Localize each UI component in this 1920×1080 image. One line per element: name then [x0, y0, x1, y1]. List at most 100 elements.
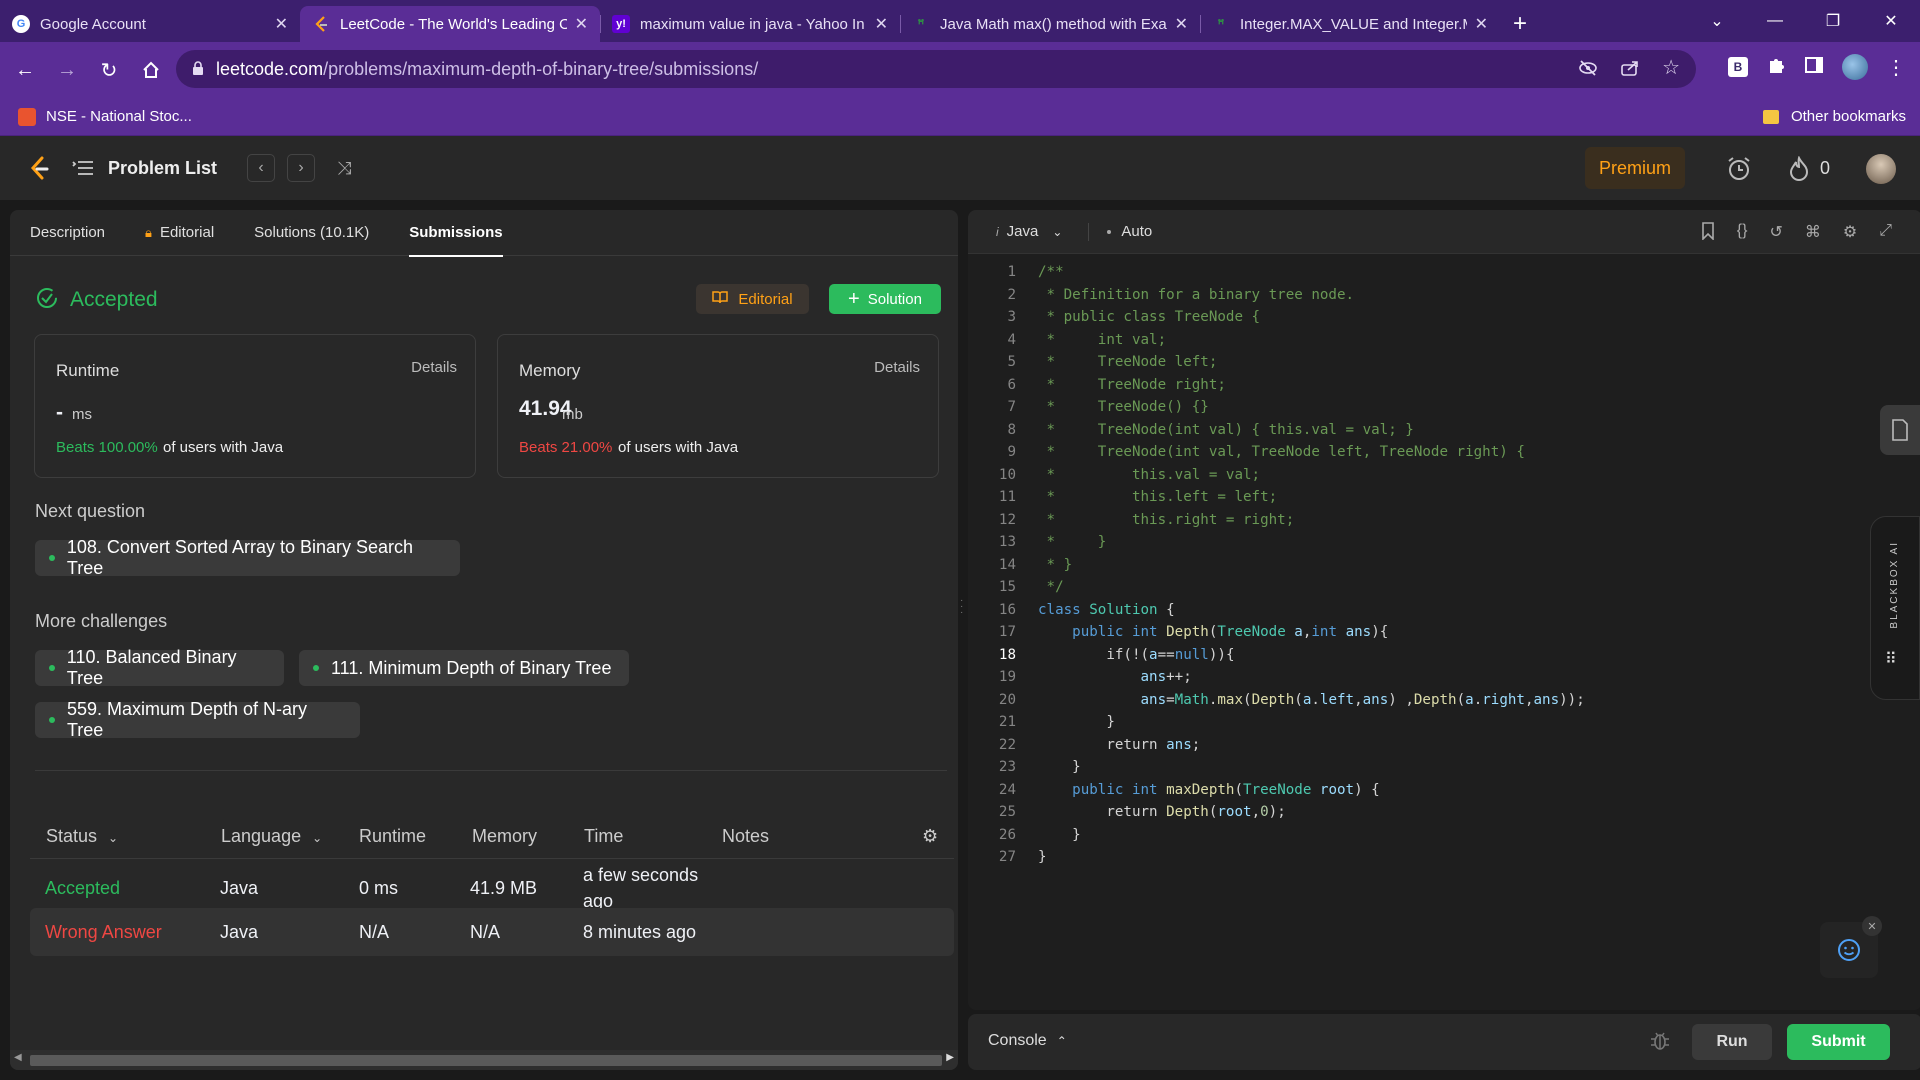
panel-resize-handle[interactable]: · · ·	[960, 596, 966, 618]
close-tab-icon[interactable]: ✕	[575, 14, 588, 34]
code-line[interactable]: if(!(a==null)){	[1038, 647, 1234, 663]
code-line[interactable]: }	[1038, 849, 1047, 865]
share-icon[interactable]	[1620, 59, 1640, 82]
table-row[interactable]: Accepted Java 0 ms 41.9 MB a few seconds…	[30, 862, 954, 914]
user-avatar[interactable]	[1866, 154, 1896, 184]
run-button[interactable]: Run	[1692, 1024, 1772, 1060]
challenge-chip[interactable]: 559. Maximum Depth of N-ary Tree	[35, 699, 360, 740]
settings-icon[interactable]: ⚙	[1843, 222, 1857, 245]
problem-list-icon[interactable]	[72, 159, 94, 177]
other-bookmarks[interactable]: Other bookmarks	[1762, 108, 1906, 125]
code-line[interactable]: * }	[1038, 557, 1073, 573]
close-tab-icon[interactable]: ✕	[1175, 14, 1188, 34]
chat-close-icon[interactable]: ✕	[1862, 916, 1882, 936]
challenge-chip[interactable]: 110. Balanced Binary Tree	[35, 647, 284, 688]
alarm-clock-icon[interactable]	[1726, 156, 1752, 187]
home-icon[interactable]	[134, 53, 168, 87]
submit-button[interactable]: Submit	[1787, 1024, 1890, 1060]
language-selector[interactable]: i Java ⌄	[996, 223, 1062, 240]
code-line[interactable]: * TreeNode(int val) { this.val = val; }	[1038, 422, 1414, 438]
browser-tab-leetcode[interactable]: LeetCode - The World's Leading O ✕	[300, 6, 600, 42]
tab-solutions[interactable]: Solutions (10.1K)	[254, 224, 369, 241]
streak-fire-icon[interactable]	[1788, 155, 1810, 187]
close-tab-icon[interactable]: ✕	[1475, 14, 1488, 34]
code-line[interactable]: * this.left = left;	[1038, 489, 1278, 505]
reset-icon[interactable]: ↺	[1769, 222, 1782, 245]
submission-status-cell[interactable]: Wrong Answer	[45, 922, 162, 943]
extension-b-icon[interactable]: B	[1728, 57, 1748, 77]
browser-tab-yahoo[interactable]: y! maximum value in java - Yahoo In ✕	[600, 6, 900, 42]
prev-problem-button[interactable]: ‹	[247, 154, 276, 182]
code-line[interactable]: * TreeNode left;	[1038, 354, 1218, 370]
console-toggle[interactable]: Console ⌃	[988, 1032, 1067, 1050]
premium-button[interactable]: Premium	[1585, 147, 1685, 189]
menu-kebab-icon[interactable]: ⋮	[1886, 55, 1906, 80]
side-panel-icon[interactable]	[1804, 55, 1824, 80]
back-icon[interactable]: ←	[8, 53, 42, 87]
code-line[interactable]: class Solution {	[1038, 602, 1175, 618]
next-question-chip[interactable]: 108. Convert Sorted Array to Binary Sear…	[35, 537, 460, 578]
url-bar[interactable]: leetcode.com/problems/maximum-depth-of-b…	[176, 50, 1696, 88]
code-line[interactable]: * this.right = right;	[1038, 512, 1295, 528]
status-column-header[interactable]: Status ⌄	[46, 826, 118, 847]
nse-bookmark[interactable]: NSE - National Stoc...	[18, 107, 192, 126]
close-tab-icon[interactable]: ✕	[275, 14, 288, 34]
runtime-details-link[interactable]: Details	[411, 359, 457, 376]
forward-icon[interactable]: →	[50, 53, 84, 87]
code-line[interactable]: /**	[1038, 264, 1064, 280]
bookmark-icon[interactable]	[1701, 222, 1715, 245]
code-line[interactable]: }	[1038, 827, 1081, 843]
tab-description[interactable]: Description	[30, 224, 105, 241]
blackbox-ai-panel[interactable]: BLACKBOX AI ⠿	[1870, 516, 1920, 700]
eye-off-icon[interactable]	[1578, 59, 1598, 82]
code-line[interactable]: ans=Math.max(Depth(a.left,ans) ,Depth(a.…	[1038, 692, 1585, 708]
minimize-icon[interactable]: —	[1746, 0, 1804, 42]
notes-side-tab[interactable]	[1880, 405, 1920, 455]
reload-icon[interactable]: ↻	[92, 53, 126, 87]
post-solution-button[interactable]: + Solution	[829, 284, 941, 314]
code-line[interactable]: * }	[1038, 534, 1107, 550]
leetcode-logo-icon[interactable]	[28, 155, 50, 181]
scrollbar-thumb[interactable]	[30, 1055, 942, 1066]
puzzle-icon[interactable]	[1766, 55, 1786, 80]
code-line[interactable]: return Depth(root,0);	[1038, 804, 1285, 820]
table-row[interactable]: Wrong Answer Java N/A N/A 8 minutes ago	[30, 908, 954, 956]
code-line[interactable]: public int Depth(TreeNode a,int ans){	[1038, 624, 1388, 640]
code-line[interactable]: }	[1038, 759, 1081, 775]
code-line[interactable]: * public class TreeNode {	[1038, 309, 1261, 325]
editorial-button[interactable]: Editorial	[696, 284, 809, 314]
language-column-header[interactable]: Language ⌄	[221, 826, 322, 847]
command-icon[interactable]: ⌘	[1805, 222, 1821, 245]
code-line[interactable]: * TreeNode right;	[1038, 377, 1226, 393]
tab-submissions[interactable]: Submissions	[409, 210, 503, 257]
browser-tab-integer-max[interactable]: ꟸ Integer.MAX_VALUE and Integer.M ✕	[1200, 6, 1500, 42]
settings-gear-icon[interactable]: ⚙	[922, 826, 938, 847]
memory-details-link[interactable]: Details	[874, 359, 920, 376]
browser-tab-java-math-max[interactable]: ꟸ Java Math max() method with Exa ✕	[900, 6, 1200, 42]
horizontal-scrollbar[interactable]: ◀ ▶	[10, 1050, 958, 1070]
problem-list-link[interactable]: Problem List	[108, 158, 217, 179]
code-line[interactable]: * TreeNode() {}	[1038, 399, 1209, 415]
submission-status-cell[interactable]: Accepted	[45, 878, 120, 899]
code-line[interactable]: * TreeNode(int val, TreeNode left, TreeN…	[1038, 444, 1525, 460]
tab-editorial[interactable]: 🔒︎ Editorial	[145, 224, 214, 241]
expand-icon[interactable]: ⤢	[1879, 222, 1892, 245]
browser-tab-google-account[interactable]: G Google Account ✕	[0, 6, 300, 42]
tab-search-icon[interactable]: ⌄	[1688, 0, 1746, 42]
code-line[interactable]: * Definition for a binary tree node.	[1038, 287, 1355, 303]
scroll-left-icon[interactable]: ◀	[14, 1052, 22, 1063]
debug-bug-icon[interactable]	[1650, 1030, 1670, 1057]
format-braces-icon[interactable]: {}	[1737, 222, 1748, 245]
scroll-right-icon[interactable]: ▶	[946, 1052, 954, 1063]
challenge-chip[interactable]: 111. Minimum Depth of Binary Tree	[299, 650, 629, 686]
code-line[interactable]: public int maxDepth(TreeNode root) {	[1038, 782, 1380, 798]
next-problem-button[interactable]: ›	[287, 154, 316, 182]
shuffle-icon[interactable]: ⤨	[337, 158, 351, 179]
code-line[interactable]: return ans;	[1038, 737, 1200, 753]
code-line[interactable]: * this.val = val;	[1038, 467, 1261, 483]
code-line[interactable]: * int val;	[1038, 332, 1167, 348]
profile-avatar[interactable]	[1842, 54, 1868, 80]
close-tab-icon[interactable]: ✕	[875, 14, 888, 34]
code-line[interactable]: ans++;	[1038, 669, 1192, 685]
bookmark-star-icon[interactable]: ☆	[1662, 58, 1680, 82]
